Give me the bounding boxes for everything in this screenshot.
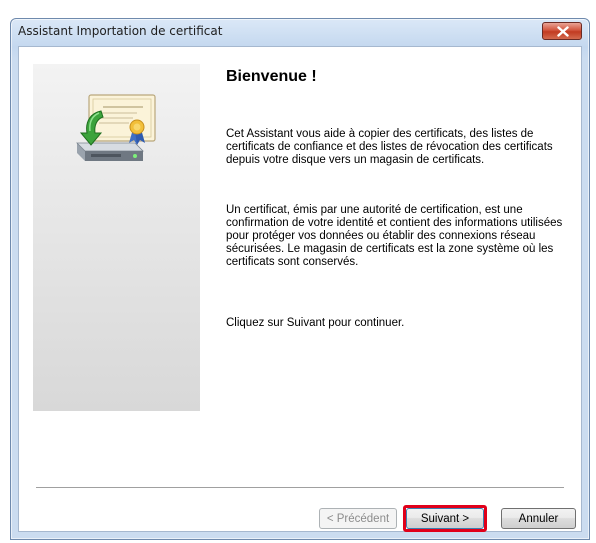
description-paragraph: Un certificat, émis par une autorité de …: [226, 204, 563, 268]
close-button[interactable]: [542, 22, 582, 40]
close-icon: [557, 26, 569, 37]
next-button-highlight: [403, 505, 487, 532]
window-title: Assistant Importation de certificat: [18, 24, 223, 38]
title-bar[interactable]: Assistant Importation de certificat: [11, 19, 589, 45]
intro-paragraph: Cet Assistant vous aide à copier des cer…: [226, 128, 553, 166]
cancel-button[interactable]: Annuler: [501, 508, 576, 529]
page-title: Bienvenue !: [226, 68, 317, 85]
button-separator: [36, 487, 564, 489]
wizard-body: Bienvenue ! Cet Assistant vous aide à co…: [18, 46, 582, 532]
certificate-import-icon: [76, 94, 156, 161]
wizard-window: Assistant Importation de certificat Bien…: [10, 18, 590, 540]
previous-button[interactable]: < Précédent: [319, 508, 397, 529]
wizard-side-panel: [33, 64, 200, 411]
instruction-paragraph: Cliquez sur Suivant pour continuer.: [226, 317, 405, 329]
